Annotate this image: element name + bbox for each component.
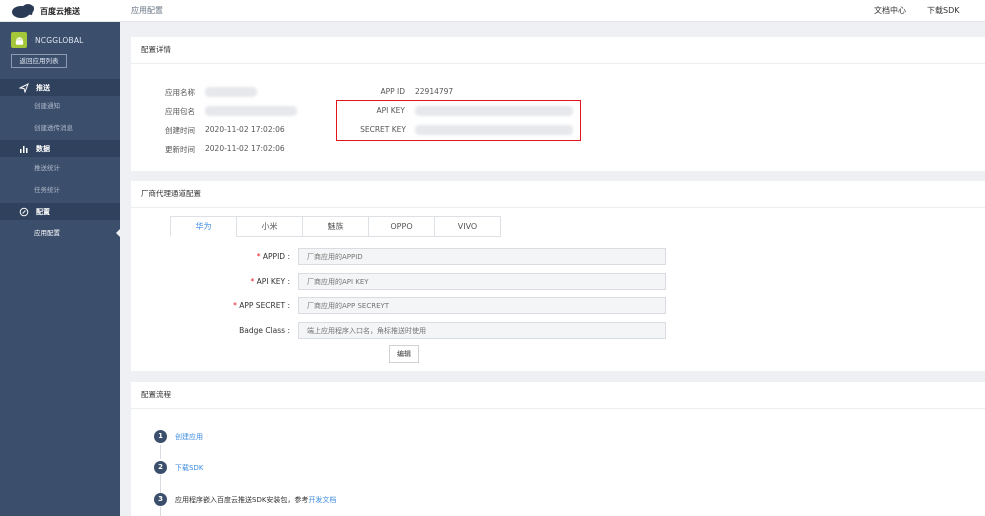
created-time-label: 创建时间 xyxy=(165,126,195,135)
package-name-value-redacted xyxy=(205,106,297,116)
step-number: 2 xyxy=(154,461,167,474)
details-title: 配置详情 xyxy=(141,45,171,54)
step-number: 1 xyxy=(154,430,167,443)
step-connector xyxy=(160,475,161,493)
dev-docs-link[interactable]: 开发文档 xyxy=(308,496,336,504)
nav-item-create-passthrough[interactable]: 创建透传消息 xyxy=(0,120,120,136)
api-key-input[interactable] xyxy=(298,273,666,290)
nav-group-label: 配置 xyxy=(36,207,50,216)
breadcrumb: 应用配置 xyxy=(131,6,163,15)
nav-group-label: 推送 xyxy=(36,83,50,92)
step-text: 创建应用 xyxy=(175,432,203,442)
step-embed-sdk: 3 应用程序嵌入百度云推送SDK安装包，参考开发文档 xyxy=(154,493,336,506)
app-secret-input[interactable] xyxy=(298,297,666,314)
chart-icon xyxy=(18,144,30,154)
app-secret-label-text: APP SECRET xyxy=(239,301,286,310)
vendor-tabs: 华为 小米 魅族 OPPO VIVO xyxy=(170,216,501,237)
nav-group-push[interactable]: 推送 xyxy=(0,79,120,96)
app-id-label: APP ID xyxy=(380,87,405,96)
app-header: NCGGLOBAL xyxy=(11,32,116,48)
android-icon xyxy=(11,32,27,48)
divider xyxy=(131,207,985,208)
vendor-config-title: 厂商代理通道配置 xyxy=(141,189,201,198)
nav-item-create-notification[interactable]: 创建通知 xyxy=(0,98,120,114)
back-to-app-list-button[interactable]: 返回应用列表 xyxy=(11,54,67,68)
step-text: 应用程序嵌入百度云推送SDK安装包，参考开发文档 xyxy=(175,495,336,505)
app-name: NCGGLOBAL xyxy=(35,35,84,45)
active-indicator xyxy=(116,229,120,237)
created-time-value: 2020-11-02 17:02:06 xyxy=(205,125,285,134)
tab-vivo[interactable]: VIVO xyxy=(434,216,501,237)
app-secret-field-label: * APP SECRET : xyxy=(233,301,290,310)
edit-button[interactable]: 编辑 xyxy=(389,345,419,363)
appid-input[interactable] xyxy=(298,248,666,265)
cloud-logo-icon xyxy=(12,4,34,18)
process-title: 配置流程 xyxy=(141,390,171,399)
download-sdk-step-link[interactable]: 下载SDK xyxy=(175,464,203,472)
nav-item-app-config[interactable]: 应用配置 xyxy=(0,225,120,241)
step-text: 下载SDK xyxy=(175,463,203,473)
badge-class-input[interactable] xyxy=(298,322,666,339)
docs-link[interactable]: 文档中心 xyxy=(874,5,906,16)
tab-xiaomi[interactable]: 小米 xyxy=(236,216,303,237)
updated-time-value: 2020-11-02 17:02:06 xyxy=(205,144,285,153)
divider xyxy=(131,63,985,64)
send-icon xyxy=(18,82,30,93)
nav-item-push-stats[interactable]: 推送统计 xyxy=(0,160,120,176)
api-key-label-text: API KEY xyxy=(256,277,286,286)
tab-meizu[interactable]: 魅族 xyxy=(302,216,369,237)
app-name-label: 应用名称 xyxy=(165,88,195,97)
tab-oppo[interactable]: OPPO xyxy=(368,216,435,237)
appid-label-text: APPID xyxy=(262,252,286,261)
brand-name: 百度云推送 xyxy=(40,6,80,16)
step-number: 3 xyxy=(154,493,167,506)
settings-icon xyxy=(18,207,30,217)
app-id-value: 22914797 xyxy=(415,87,454,96)
step-create-app: 1 创建应用 xyxy=(154,430,203,443)
download-sdk-link[interactable]: 下载SDK xyxy=(927,5,959,16)
nav-item-task-stats[interactable]: 任务统计 xyxy=(0,182,120,198)
highlight-box xyxy=(336,100,581,141)
app-name-value-redacted xyxy=(205,87,257,97)
nav-item-label: 应用配置 xyxy=(34,229,60,237)
divider xyxy=(131,408,985,409)
step-connector xyxy=(160,507,161,516)
step-download-sdk: 2 下载SDK xyxy=(154,461,203,474)
top-bar: 百度云推送 应用配置 文档中心 下载SDK xyxy=(0,0,985,22)
api-key-field-label: * API KEY : xyxy=(250,277,290,286)
sidebar: NCGGLOBAL 返回应用列表 推送 创建通知 创建透传消息 数据 推送统计 … xyxy=(0,22,120,516)
badge-class-label-text: Badge Class xyxy=(239,326,286,335)
brand-logo[interactable]: 百度云推送 xyxy=(10,3,120,19)
tab-huawei[interactable]: 华为 xyxy=(170,216,237,237)
nav-group-config[interactable]: 配置 xyxy=(0,203,120,220)
badge-class-field-label: Badge Class : xyxy=(239,326,290,335)
nav-group-data[interactable]: 数据 xyxy=(0,140,120,157)
nav-group-label: 数据 xyxy=(36,144,50,153)
step-connector xyxy=(160,445,161,459)
package-name-label: 应用包名 xyxy=(165,107,195,116)
appid-field-label: * APPID : xyxy=(256,252,290,261)
create-app-link[interactable]: 创建应用 xyxy=(175,433,203,441)
step-description: 应用程序嵌入百度云推送SDK安装包，参考 xyxy=(175,495,309,504)
updated-time-label: 更新时间 xyxy=(165,145,195,154)
